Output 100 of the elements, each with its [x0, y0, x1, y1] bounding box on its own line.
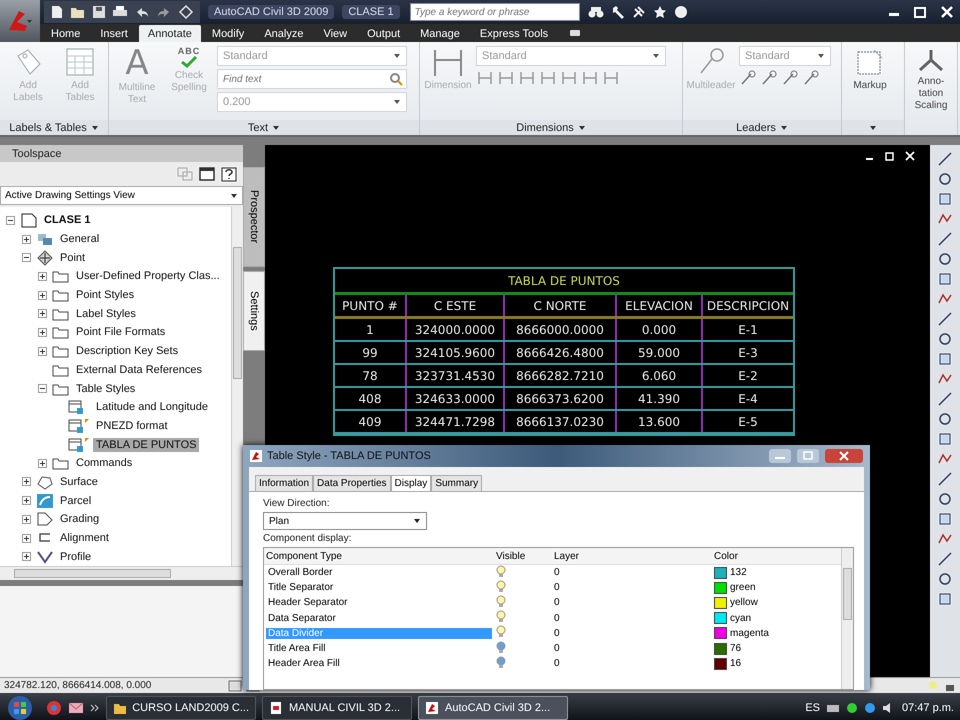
dialog-tab[interactable]: Data Properties	[313, 475, 391, 491]
column-header[interactable]: Color	[714, 550, 841, 562]
markup-button[interactable]: Markup	[846, 46, 894, 120]
component-name[interactable]: Header Separator	[266, 597, 350, 608]
mail-icon[interactable]	[68, 701, 84, 715]
color-swatch[interactable]	[714, 596, 727, 609]
tree-item[interactable]: Parcel	[57, 494, 94, 508]
ribbon-tab[interactable]: View	[314, 25, 356, 42]
taskbar-button[interactable]: MANUAL CIVIL 3D 2...	[262, 696, 412, 720]
component-name[interactable]: Title Separator	[266, 582, 336, 594]
dimension-tool-icon[interactable]	[581, 69, 599, 87]
expand-icon[interactable]	[38, 272, 49, 281]
expand-icon[interactable]	[38, 328, 49, 337]
update-icon[interactable]	[864, 702, 876, 714]
light-bulb-icon[interactable]	[496, 610, 506, 624]
ribbon-tab[interactable]: Analyze	[255, 25, 312, 42]
leader-tool-icon[interactable]	[760, 69, 778, 87]
scrollbar[interactable]	[0, 566, 243, 580]
collapse-icon[interactable]	[38, 384, 49, 394]
application-menu-button[interactable]	[0, 0, 40, 42]
color-swatch[interactable]	[714, 658, 727, 670]
app-logo-icon[interactable]	[425, 701, 439, 715]
print-icon[interactable]	[112, 5, 128, 19]
tree-item[interactable]: Point	[57, 250, 88, 265]
component-name[interactable]: Title Area Fill	[266, 643, 328, 654]
tree-item[interactable]: Table Styles	[73, 382, 138, 396]
dimension-tool-icon[interactable]	[560, 69, 578, 87]
language-indicator[interactable]: ES	[805, 702, 820, 714]
keyboard-icon[interactable]	[826, 702, 840, 714]
scrollbar[interactable]	[231, 207, 243, 566]
ribbon-tab[interactable]: Manage	[411, 25, 469, 42]
dimension-tool-icon[interactable]	[602, 69, 620, 87]
scrollbar[interactable]	[841, 548, 853, 689]
caret-icon[interactable]	[230, 192, 238, 198]
column-header[interactable]: Layer	[554, 550, 714, 562]
line-tool-icon[interactable]	[937, 151, 953, 167]
dimension-tool-icon[interactable]	[476, 69, 494, 87]
tree-item[interactable]: PNEZD format	[93, 418, 171, 433]
column-header[interactable]: Visible	[496, 550, 554, 562]
leader-tool-icon[interactable]	[739, 69, 757, 87]
collapse-icon[interactable]	[6, 216, 17, 225]
grid-toggle-icon[interactable]	[228, 680, 242, 692]
tree-item[interactable]: General	[57, 232, 102, 246]
expand-icon[interactable]	[38, 309, 49, 318]
tree-item[interactable]: CLASE 1	[41, 213, 94, 228]
dimension-tool-icon[interactable]	[518, 69, 536, 87]
minimize-ribbon-icon[interactable]	[569, 29, 582, 37]
caret-icon[interactable]	[393, 99, 401, 105]
tree-item[interactable]: User-Defined Property Clas...	[73, 269, 223, 284]
collapse-icon[interactable]	[22, 253, 33, 262]
expand-icon[interactable]	[22, 514, 33, 524]
new-file-icon[interactable]	[50, 5, 64, 19]
dialog-tab[interactable]: Display	[390, 475, 432, 491]
annotation-scaling-button[interactable]: Anno- tation Scaling	[909, 46, 953, 135]
light-bulb-icon[interactable]	[496, 594, 506, 608]
caret-icon[interactable]	[393, 53, 401, 59]
view-dropdown[interactable]: Active Drawing Settings View	[0, 186, 243, 205]
color-swatch[interactable]	[714, 627, 727, 640]
expand-icon[interactable]	[38, 458, 49, 468]
search-field[interactable]: Type a keyword or phrase	[410, 3, 580, 21]
find-text-field[interactable]: Find text	[217, 69, 407, 89]
light-bulb-icon[interactable]	[496, 640, 506, 654]
windows-logo-icon[interactable]	[7, 695, 33, 720]
view-direction-dropdown[interactable]: Plan	[263, 512, 427, 530]
taskbar-button[interactable]: AutoCAD Civil 3D 2...	[418, 696, 568, 720]
side-tab[interactable]: Settings	[243, 271, 265, 351]
light-bulb-icon[interactable]	[496, 564, 506, 578]
dimension-tool-icon[interactable]	[497, 69, 515, 87]
tree-item[interactable]: Description Key Sets	[73, 344, 182, 358]
search-icon[interactable]	[389, 72, 403, 86]
maximize-icon[interactable]	[796, 448, 820, 464]
tree-item[interactable]: Profile	[57, 550, 94, 564]
restore-icon[interactable]	[884, 151, 896, 161]
taskbar-button[interactable]: CURSO LAND2009 C...	[106, 696, 256, 720]
redo-icon[interactable]	[156, 5, 172, 19]
ribbon-tab[interactable]: Insert	[91, 25, 137, 42]
leader-tool-icon[interactable]	[781, 69, 799, 87]
color-swatch[interactable]	[714, 612, 727, 624]
expand-icon[interactable]	[22, 534, 33, 543]
light-bulb-icon[interactable]	[496, 625, 506, 638]
leader-tool-icon[interactable]	[802, 69, 820, 87]
tree-item[interactable]: Point File Formats	[73, 325, 168, 340]
network-icon[interactable]	[846, 702, 858, 714]
tree-item[interactable]: Surface	[57, 474, 101, 489]
expand-icon[interactable]	[22, 477, 33, 486]
binoculars-icon[interactable]	[588, 5, 604, 19]
caret-icon[interactable]	[652, 53, 660, 59]
component-name[interactable]: Data Separator	[266, 612, 338, 624]
satellite-icon[interactable]	[632, 5, 646, 19]
ribbon-tab[interactable]: Express Tools	[470, 25, 558, 42]
component-name[interactable]: Header Area Fill	[266, 658, 342, 670]
pdf-document-icon[interactable]	[269, 701, 283, 715]
chevron-icon[interactable]	[90, 703, 100, 713]
ribbon-tab[interactable]: Output	[358, 25, 410, 42]
tree-item[interactable]: Point Styles	[73, 288, 138, 302]
tree-item[interactable]: External Data References	[73, 362, 205, 377]
clock[interactable]: 07:47 p.m.	[902, 702, 954, 714]
tree-item[interactable]: Latitude and Longitude	[93, 400, 211, 414]
browser-icon[interactable]	[46, 700, 62, 716]
save-icon[interactable]	[92, 5, 106, 19]
